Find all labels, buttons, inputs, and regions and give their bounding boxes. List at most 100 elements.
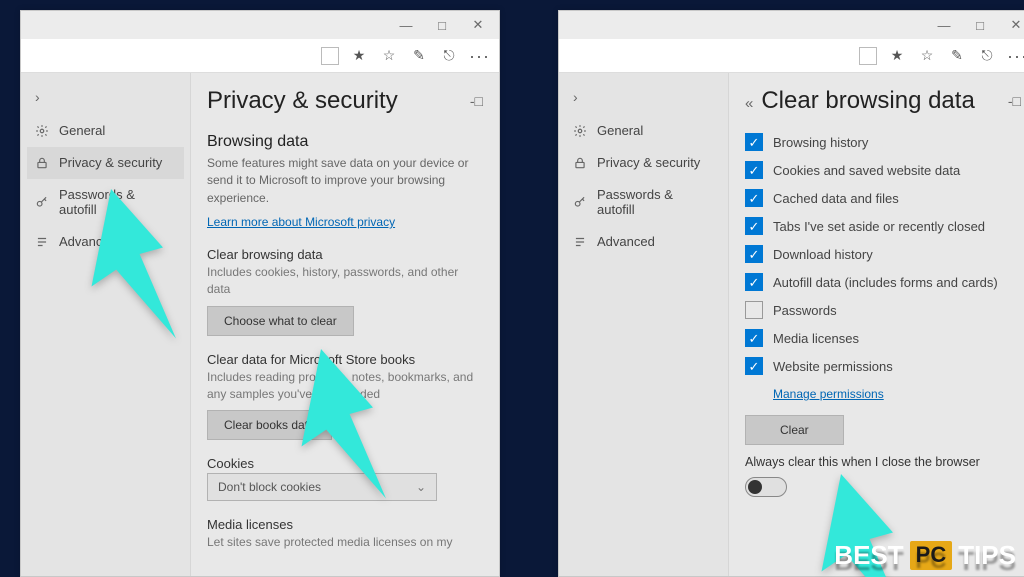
back-caret-icon[interactable]: «	[745, 95, 753, 112]
settings-sidebar: › General Privacy & security Passwords &…	[559, 73, 729, 576]
always-clear-label: Always clear this when I close the brows…	[745, 455, 980, 469]
checkbox-label: Cached data and files	[773, 191, 899, 206]
reading-view-icon[interactable]	[321, 47, 339, 65]
section-desc-browsing-data: Some features might save data on your de…	[207, 155, 483, 207]
more-icon[interactable]: ···	[469, 47, 489, 65]
checkbox-row[interactable]: Cookies and saved website data	[745, 161, 1021, 179]
gear-icon	[573, 124, 589, 138]
settings-window-left: — □ ✕ ★ ☆ ✎ ⎋ ··· › General Privacy & se…	[20, 10, 500, 577]
checkbox-icon[interactable]	[745, 133, 763, 151]
checkbox-label: Download history	[773, 247, 873, 262]
checkbox-row[interactable]: Website permissions	[745, 357, 1021, 375]
lock-icon	[35, 156, 51, 170]
sidebar-item-label: Advanced	[597, 234, 655, 249]
checkbox-label: Cookies and saved website data	[773, 163, 960, 178]
sidebar-item-label: Passwords & autofill	[59, 187, 176, 217]
checkbox-icon[interactable]	[745, 189, 763, 207]
reading-view-icon[interactable]	[859, 47, 877, 65]
checkbox-row[interactable]: Browsing history	[745, 133, 1021, 151]
watermark-logo: BEST PC TIPS	[834, 540, 1016, 571]
star-outline-icon[interactable]: ☆	[917, 47, 937, 64]
cookies-dropdown[interactable]: Don't block cookies	[207, 473, 437, 501]
subheading-clear-data: Clear browsing data	[207, 247, 483, 262]
sidebar-item-label: Advanced	[59, 234, 117, 249]
checkbox-row[interactable]: Download history	[745, 245, 1021, 263]
share-icon[interactable]: ⎋	[439, 47, 459, 64]
settings-sidebar: › General Privacy & security Passwords &…	[21, 73, 191, 576]
pen-icon[interactable]: ✎	[947, 47, 967, 64]
checkbox-icon[interactable]	[745, 357, 763, 375]
maximize-button[interactable]: □	[967, 18, 993, 33]
sidebar-item-label: General	[59, 123, 105, 138]
address-bar[interactable]: ★ ☆ ✎ ⎋ ···	[559, 39, 1024, 73]
star-filled-icon[interactable]: ★	[887, 47, 907, 64]
pin-icon[interactable]: -□	[470, 93, 483, 109]
sidebar-item-privacy[interactable]: Privacy & security	[565, 147, 722, 179]
checkbox-label: Website permissions	[773, 359, 893, 374]
checkbox-icon[interactable]	[745, 273, 763, 291]
manage-permissions-link[interactable]: Manage permissions	[773, 387, 884, 401]
more-icon[interactable]: ···	[1007, 47, 1024, 65]
subdesc-clear-data: Includes cookies, history, passwords, an…	[207, 264, 483, 298]
always-clear-toggle[interactable]	[745, 477, 787, 497]
checkbox-icon[interactable]	[745, 301, 763, 319]
sidebar-item-advanced[interactable]: Advanced	[565, 226, 722, 258]
key-icon	[35, 195, 51, 209]
back-chevron-icon[interactable]: ›	[565, 89, 722, 115]
clear-button[interactable]: Clear	[745, 415, 844, 445]
star-outline-icon[interactable]: ☆	[379, 47, 399, 64]
minimize-button[interactable]: —	[393, 18, 419, 33]
sidebar-item-label: Privacy & security	[59, 155, 162, 170]
back-chevron-icon[interactable]: ›	[27, 89, 184, 115]
lock-icon	[573, 156, 589, 170]
star-filled-icon[interactable]: ★	[349, 47, 369, 64]
checkbox-label: Tabs I've set aside or recently closed	[773, 219, 985, 234]
choose-what-to-clear-button[interactable]: Choose what to clear	[207, 306, 354, 336]
pen-icon[interactable]: ✎	[409, 47, 429, 64]
checkbox-row[interactable]: Cached data and files	[745, 189, 1021, 207]
checkbox-icon[interactable]	[745, 329, 763, 347]
page-title: Privacy & security -□	[207, 87, 483, 115]
subheading-books: Clear data for Microsoft Store books	[207, 352, 483, 367]
subdesc-books: Includes reading progress, notes, bookma…	[207, 369, 483, 403]
titlebar: — □ ✕	[21, 11, 499, 39]
checkbox-row[interactable]: Media licenses	[745, 329, 1021, 347]
sidebar-item-general[interactable]: General	[565, 115, 722, 147]
pin-icon[interactable]: -□	[1008, 93, 1021, 109]
minimize-button[interactable]: —	[931, 18, 957, 33]
share-icon[interactable]: ⎋	[977, 47, 997, 64]
checkbox-label: Passwords	[773, 303, 837, 318]
close-button[interactable]: ✕	[1003, 17, 1024, 33]
sidebar-item-label: General	[597, 123, 643, 138]
checkbox-icon[interactable]	[745, 245, 763, 263]
clear-data-checkbox-list: Browsing history Cookies and saved websit…	[745, 133, 1021, 375]
clear-books-button[interactable]: Clear books data	[207, 410, 332, 440]
maximize-button[interactable]: □	[429, 18, 455, 33]
sidebar-item-general[interactable]: General	[27, 115, 184, 147]
checkbox-row[interactable]: Passwords	[745, 301, 1021, 319]
checkbox-row[interactable]: Autofill data (includes forms and cards)	[745, 273, 1021, 291]
right-main-panel: «Clear browsing data -□ Browsing history…	[729, 73, 1024, 576]
checkbox-icon[interactable]	[745, 217, 763, 235]
titlebar: — □ ✕	[559, 11, 1024, 39]
sidebar-item-advanced[interactable]: Advanced	[27, 226, 184, 258]
subheading-media: Media licenses	[207, 517, 483, 532]
checkbox-row[interactable]: Tabs I've set aside or recently closed	[745, 217, 1021, 235]
sidebar-item-privacy[interactable]: Privacy & security	[27, 147, 184, 179]
checkbox-icon[interactable]	[745, 161, 763, 179]
privacy-learn-more-link[interactable]: Learn more about Microsoft privacy	[207, 215, 395, 229]
settings-window-right: — □ ✕ ★ ☆ ✎ ⎋ ··· › General Privacy & se…	[558, 10, 1024, 577]
key-icon	[573, 195, 589, 209]
address-bar[interactable]: ★ ☆ ✎ ⎋ ···	[21, 39, 499, 73]
checkbox-label: Autofill data (includes forms and cards)	[773, 275, 998, 290]
sidebar-item-label: Privacy & security	[597, 155, 700, 170]
subheading-cookies: Cookies	[207, 456, 483, 471]
gear-icon	[35, 124, 51, 138]
sidebar-item-passwords[interactable]: Passwords & autofill	[565, 179, 722, 226]
close-button[interactable]: ✕	[465, 17, 491, 33]
checkbox-label: Media licenses	[773, 331, 859, 346]
page-title: «Clear browsing data -□	[745, 87, 1021, 115]
sidebar-item-passwords[interactable]: Passwords & autofill	[27, 179, 184, 226]
left-main-panel: Privacy & security -□ Browsing data Some…	[191, 73, 499, 576]
section-heading-browsing-data: Browsing data	[207, 133, 483, 151]
